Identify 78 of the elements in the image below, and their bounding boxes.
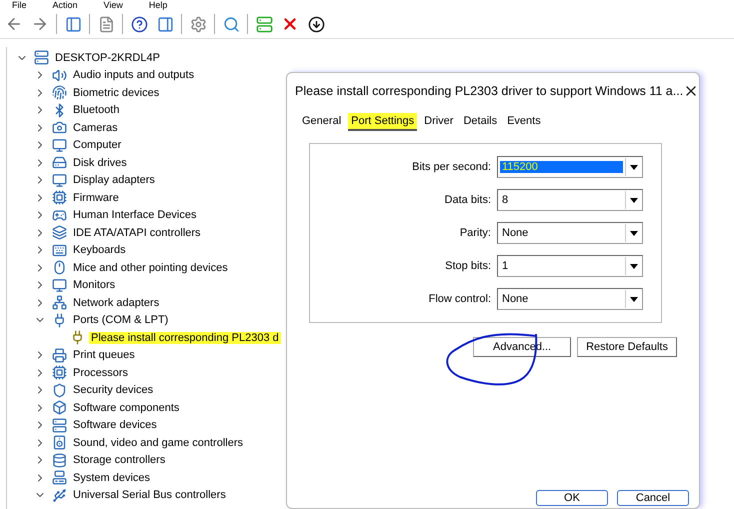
chip-icon <box>51 190 67 206</box>
tree-item[interactable]: Security devices <box>71 384 156 396</box>
speaker-icon <box>51 434 67 451</box>
tab[interactable]: Details <box>460 113 500 131</box>
tree-item[interactable]: IDE ATA/ATAPI controllers <box>71 226 203 239</box>
field-label: Data bits: <box>444 194 491 206</box>
layers-icon <box>51 224 67 241</box>
field-label: Parity: <box>460 227 491 239</box>
dropdown-value: 1 <box>501 260 510 272</box>
dropdown[interactable]: 1 <box>497 255 643 277</box>
tab[interactable]: Driver <box>421 113 456 131</box>
tree-item[interactable]: Keyboards <box>71 244 128 256</box>
database-icon <box>51 452 67 468</box>
dropdown[interactable]: 115200 <box>497 156 643 178</box>
dropdown-value: 115200 <box>500 161 623 173</box>
tree-item[interactable]: Disk drives <box>71 156 129 169</box>
tree-item[interactable]: Cameras <box>71 122 120 134</box>
printer-icon <box>51 347 67 364</box>
tree-item[interactable]: Please install corresponding PL2303 d <box>89 332 281 344</box>
keyboard-icon <box>51 242 67 258</box>
monitor-icon <box>51 137 67 154</box>
monitor-icon <box>51 172 67 188</box>
tree-item[interactable]: Universal Serial Bus controllers <box>71 489 228 502</box>
usb-icon <box>51 487 67 504</box>
tree-item[interactable]: Firmware <box>71 192 121 204</box>
tab[interactable]: Events <box>504 113 544 131</box>
fingerprint-icon <box>51 84 67 101</box>
tree-item[interactable]: Storage controllers <box>71 454 168 466</box>
dropdown-value: 8 <box>501 194 510 206</box>
shield-icon <box>51 382 67 398</box>
dropdown[interactable]: None <box>497 288 643 310</box>
tab[interactable]: Port Settings <box>348 113 418 131</box>
download-icon[interactable] <box>306 14 326 34</box>
hard-drive-icon <box>51 154 67 171</box>
button[interactable]: Restore Defaults <box>577 337 677 357</box>
dropdown-value: None <box>501 227 530 239</box>
computer-icon <box>51 470 67 486</box>
dropdown[interactable]: None <box>497 222 643 244</box>
tree-item[interactable]: Network adapters <box>71 296 162 309</box>
tree-item[interactable]: Mice and other pointing devices <box>71 262 230 274</box>
menu-item[interactable]: Action <box>52 0 78 10</box>
device-icon[interactable] <box>254 14 274 34</box>
box-icon <box>51 400 67 416</box>
server-icon <box>33 50 49 66</box>
tree-item[interactable]: Biometric devices <box>71 86 162 99</box>
server-icon <box>51 417 67 434</box>
help-icon[interactable] <box>129 14 149 34</box>
button[interactable]: Cancel <box>617 490 689 506</box>
tree-item[interactable]: System devices <box>71 472 152 484</box>
dialog-title: Please install corresponding PL2303 driver to support Windows 11 a... <box>295 84 684 98</box>
button[interactable]: OK <box>536 490 608 506</box>
tree-item[interactable]: Human Interface Devices <box>71 209 198 222</box>
menu-item[interactable]: File <box>12 0 27 10</box>
tab[interactable]: General <box>299 113 344 131</box>
tree-item[interactable]: Processors <box>71 366 130 379</box>
tree-item[interactable]: DESKTOP-2KRDL4P <box>53 52 162 64</box>
field-label: Flow control: <box>428 293 491 305</box>
tree-item[interactable]: Software components <box>71 402 182 414</box>
tree-item[interactable]: Computer <box>71 139 124 152</box>
monitor-icon <box>51 277 67 294</box>
dropdown-value: None <box>501 293 530 305</box>
tree-item[interactable]: Audio inputs and outputs <box>71 69 196 82</box>
camera-icon <box>51 120 67 136</box>
tree-item[interactable]: Sound, video and game controllers <box>71 436 245 449</box>
tree-item[interactable]: Bluetooth <box>71 104 122 116</box>
menu-item[interactable]: View <box>104 0 123 10</box>
tree-item[interactable]: Software devices <box>71 419 159 432</box>
field-label: Bits per second: <box>412 161 491 173</box>
tree-item[interactable]: Ports (COM & LPT) <box>71 314 170 326</box>
tree-item[interactable]: Print queues <box>71 349 137 362</box>
network-icon <box>51 294 67 311</box>
field-label: Stop bits: <box>445 260 491 272</box>
dropdown[interactable]: 8 <box>497 189 643 211</box>
tree-item[interactable]: Monitors <box>71 279 118 292</box>
chip-icon <box>51 364 67 381</box>
menu-item[interactable]: Help <box>148 0 168 10</box>
tree-item[interactable]: Display adapters <box>71 174 157 186</box>
speaker-icon <box>51 67 67 84</box>
